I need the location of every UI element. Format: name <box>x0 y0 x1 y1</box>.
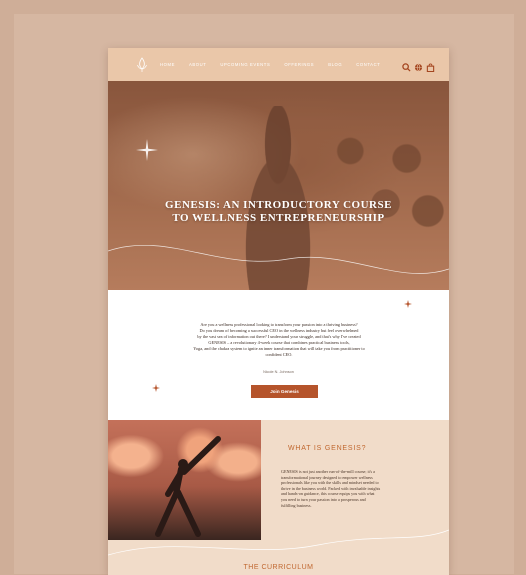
nav-link-contact[interactable]: Contact <box>356 62 380 67</box>
top-navigation: Home About Upcoming Events Offerings Blo… <box>108 48 449 81</box>
hero-title-line-2: TO WELLNESS ENTREPRENEURSHIP <box>172 212 385 224</box>
what-is-genesis-paragraph: GENESIS is not just another run-of-the-m… <box>281 469 431 508</box>
nav-link-offerings[interactable]: Offerings <box>284 62 314 67</box>
nav-link-about[interactable]: About <box>189 62 206 67</box>
decorative-curve <box>108 244 449 274</box>
hero-title: GENESIS: AN INTRODUCTORY COURSE TO WELLN… <box>108 199 449 225</box>
intro-section: Are you a wellness professional looking … <box>108 290 449 420</box>
nav-link-blog[interactable]: Blog <box>328 62 342 67</box>
curriculum-title: THE CURRICULUM <box>243 564 314 571</box>
what-line: fulfilling business. <box>281 502 312 508</box>
author-name: Nicole N. Johnson <box>263 370 294 374</box>
what-is-genesis-section: WHAT IS GENESIS? GENESIS is not just ano… <box>108 420 449 575</box>
bag-icon[interactable] <box>426 59 435 73</box>
four-point-star-icon <box>404 300 412 308</box>
nav-icons <box>402 59 435 73</box>
nav-link-upcoming-events[interactable]: Upcoming Events <box>220 62 270 67</box>
nav-links: Home About Upcoming Events Offerings Blo… <box>160 48 380 81</box>
what-is-genesis-title: WHAT IS GENESIS? <box>288 445 367 452</box>
sparkle-icon <box>136 139 158 161</box>
globe-icon[interactable] <box>414 59 423 72</box>
website-mockup: Home About Upcoming Events Offerings Blo… <box>108 48 449 575</box>
join-genesis-button[interactable]: Join Genesis <box>251 385 318 398</box>
intro-line: confident CEO. <box>265 352 293 357</box>
nav-link-home[interactable]: Home <box>160 62 175 67</box>
four-point-star-icon <box>152 384 160 392</box>
intro-paragraph: Are you a wellness professional looking … <box>154 322 404 358</box>
decorative-curve <box>108 529 449 556</box>
lotus-logo-icon[interactable] <box>136 57 148 73</box>
search-icon[interactable] <box>402 59 411 72</box>
hero-section: GENESIS: AN INTRODUCTORY COURSE TO WELLN… <box>108 81 449 290</box>
hero-title-line-1: GENESIS: AN INTRODUCTORY COURSE <box>165 199 392 211</box>
